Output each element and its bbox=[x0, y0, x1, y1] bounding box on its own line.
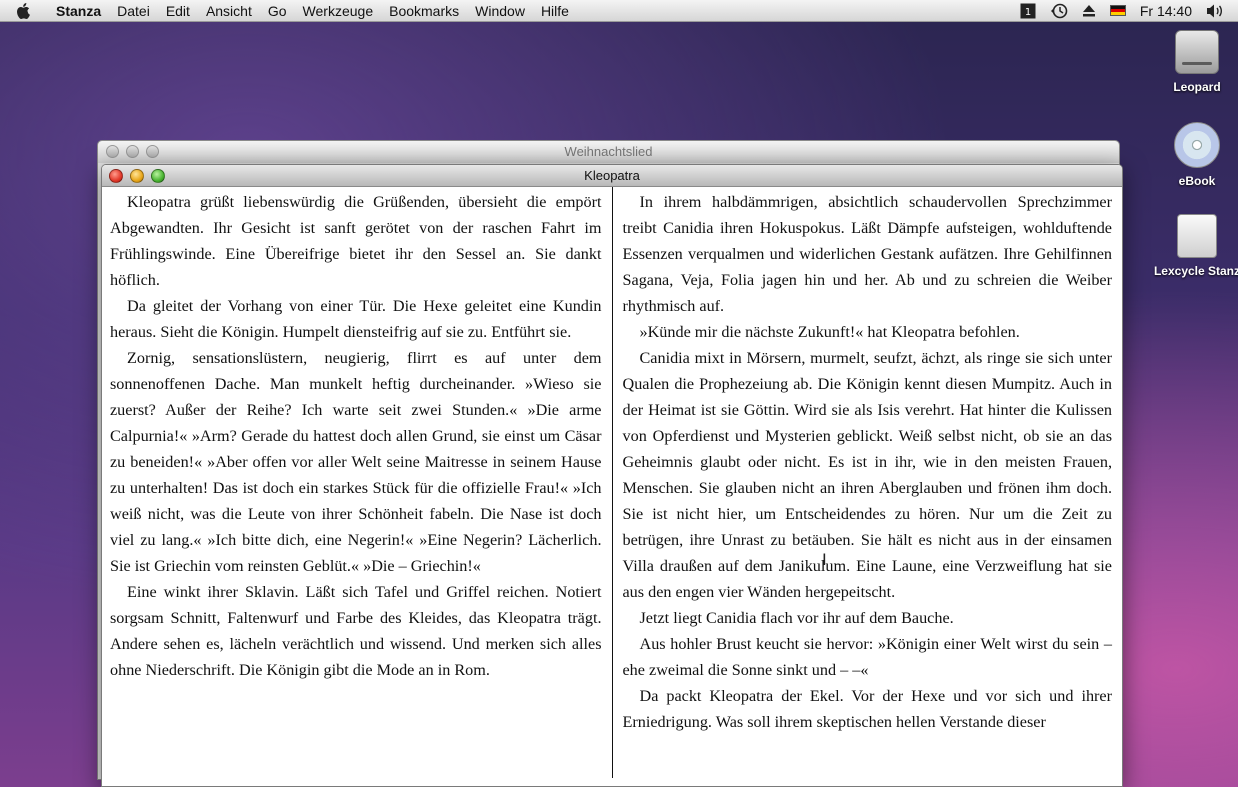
paragraph: Da packt Kleopatra der Ekel. Vor der Hex… bbox=[622, 687, 1113, 731]
input-menu-german-flag-icon[interactable] bbox=[1109, 0, 1126, 22]
left-page[interactable]: Kleopatra grüßt liebenswürdig die Grüßen… bbox=[102, 187, 612, 786]
volume-icon[interactable] bbox=[1206, 0, 1224, 22]
hard-drive-icon bbox=[1175, 30, 1219, 74]
svg-text:1: 1 bbox=[1025, 7, 1031, 18]
background-window-title: Weihnachtslied bbox=[564, 144, 653, 159]
paragraph: Aus hohler Brust keucht sie hervor: »Kön… bbox=[622, 635, 1113, 679]
background-window-controls bbox=[106, 145, 159, 158]
desktop-icon-ebook[interactable]: eBook bbox=[1147, 122, 1238, 188]
paragraph: »Künde mir die nächste Zukunft!« hat Kle… bbox=[639, 323, 1020, 341]
reader-window[interactable]: Kleopatra Kleopatra grüßt liebenswürdig … bbox=[101, 164, 1123, 787]
menu-werkzeuge[interactable]: Werkzeuge bbox=[295, 0, 382, 22]
inactive-zoom-button[interactable] bbox=[146, 145, 159, 158]
paragraph: Kleopatra grüßt liebenswürdig die Grüßen… bbox=[110, 193, 602, 289]
eject-icon[interactable] bbox=[1082, 0, 1096, 22]
paragraph: Eine winkt ihrer Sklavin. Läßt sich Tafe… bbox=[110, 583, 602, 679]
cd-disc-icon bbox=[1174, 122, 1220, 168]
menu-clock[interactable]: Fr 14:40 bbox=[1140, 0, 1192, 22]
inactive-minimize-button[interactable] bbox=[126, 145, 139, 158]
external-drive-icon bbox=[1177, 214, 1217, 258]
menu-edit[interactable]: Edit bbox=[158, 0, 198, 22]
desktop-icon-label: Lexcycle Stanz bbox=[1153, 264, 1238, 278]
minimize-button[interactable] bbox=[130, 169, 144, 183]
text-cursor-icon: I bbox=[822, 550, 827, 569]
desktop-icon-label: eBook bbox=[1178, 174, 1216, 188]
paragraph: Canidia mixt in Mörsern, murmelt, seufzt… bbox=[622, 349, 1113, 601]
window-controls bbox=[109, 169, 165, 183]
zoom-button[interactable] bbox=[151, 169, 165, 183]
apple-menu-icon[interactable] bbox=[12, 2, 34, 19]
inactive-close-button[interactable] bbox=[106, 145, 119, 158]
menu-bar: Stanza Datei Edit Ansicht Go Werkzeuge B… bbox=[0, 0, 1238, 22]
paragraph: In ihrem halbdämmrigen, absichtlich scha… bbox=[622, 193, 1113, 315]
paragraph: Jetzt liegt Canidia flach vor ihr auf de… bbox=[639, 609, 954, 627]
desktop-icon-leopard[interactable]: Leopard bbox=[1147, 30, 1238, 94]
paragraph: Zornig, sensationslüstern, neugierig, fl… bbox=[110, 349, 602, 575]
background-window-titlebar[interactable]: Weihnachtslied bbox=[98, 141, 1119, 163]
right-page[interactable]: In ihrem halbdämmrigen, absichtlich scha… bbox=[613, 187, 1123, 786]
desktop-icon-label: Leopard bbox=[1173, 80, 1221, 94]
window-title: Kleopatra bbox=[584, 168, 640, 183]
menu-datei[interactable]: Datei bbox=[109, 0, 158, 22]
reader-window-titlebar[interactable]: Kleopatra bbox=[102, 165, 1122, 187]
book-spread[interactable]: Kleopatra grüßt liebenswürdig die Grüßen… bbox=[102, 187, 1122, 786]
paragraph: Da gleitet der Vorhang von einer Tür. Di… bbox=[110, 297, 602, 341]
menu-hilfe[interactable]: Hilfe bbox=[533, 0, 577, 22]
spaces-icon[interactable]: 1 bbox=[1020, 0, 1036, 22]
time-machine-icon[interactable] bbox=[1050, 0, 1068, 22]
menu-extras: 1 Fr 14:40 bbox=[1020, 0, 1238, 22]
close-button[interactable] bbox=[109, 169, 123, 183]
menu-go[interactable]: Go bbox=[260, 0, 295, 22]
desktop-icon-lexcycle-stanza[interactable]: Lexcycle Stanz bbox=[1147, 214, 1238, 278]
menu-ansicht[interactable]: Ansicht bbox=[198, 0, 260, 22]
menu-window[interactable]: Window bbox=[467, 0, 533, 22]
menu-bookmarks[interactable]: Bookmarks bbox=[381, 0, 467, 22]
menu-app-stanza[interactable]: Stanza bbox=[48, 0, 109, 22]
